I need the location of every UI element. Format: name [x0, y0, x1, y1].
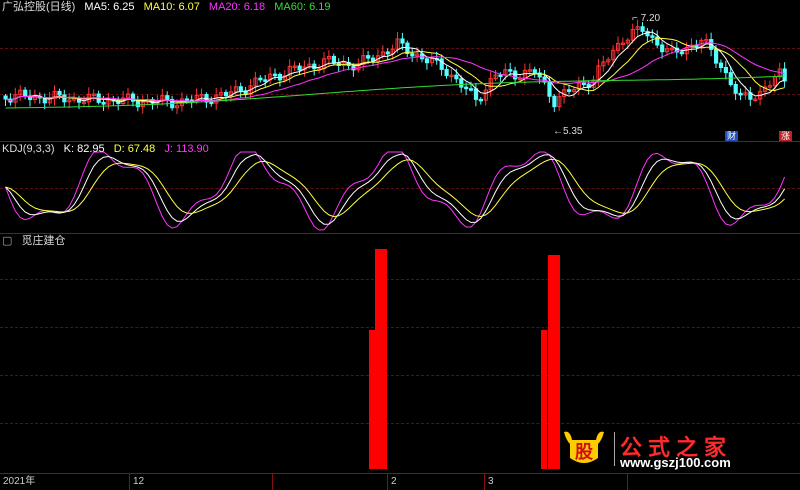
axis-tick-label	[627, 474, 631, 490]
candle-body	[459, 78, 464, 88]
kdj-d-value: D: 67.48	[113, 143, 156, 155]
candle-body	[714, 48, 719, 64]
candle-body	[385, 51, 390, 55]
price-legend: 广弘控股(日线) MA5: 6.25 MA10: 6.07 MA20: 6.18…	[2, 0, 337, 14]
candle-body	[508, 69, 513, 72]
candle-body	[23, 89, 28, 97]
signal-bar	[375, 249, 387, 469]
candle-body	[410, 53, 415, 57]
axis-tick-label: 3	[484, 474, 494, 490]
candle-body	[723, 67, 728, 74]
logo-char: 股	[574, 442, 594, 463]
candle-body	[238, 86, 243, 92]
candle-body	[366, 55, 371, 59]
candle-body	[650, 35, 655, 38]
candle-body	[567, 89, 572, 92]
candle-body	[57, 90, 62, 96]
signal-bar	[541, 330, 547, 469]
candle-body	[473, 88, 479, 100]
high-price-annotation: ⌐ 7.20	[632, 13, 660, 24]
brand-url: www.gszj100.com	[620, 455, 731, 470]
axis-tick-label: 2	[387, 474, 397, 490]
arrow-left-icon: ←	[553, 126, 563, 137]
price-panel[interactable]: 广弘控股(日线) MA5: 6.25 MA10: 6.07 MA20: 6.18…	[0, 0, 800, 141]
ma5-label: MA5: 6.25	[84, 1, 135, 13]
candlestick-chart[interactable]	[0, 0, 800, 141]
kdj-title: KDJ(9,3,3)	[2, 143, 55, 155]
finance-badge[interactable]: 财	[725, 131, 739, 141]
bull-logo-icon: 股	[564, 431, 604, 463]
time-axis: 2021年 12 2 3	[0, 473, 800, 490]
axis-tick-label: 12	[129, 474, 144, 490]
candle-body	[263, 79, 268, 82]
candle-body	[297, 65, 302, 71]
stock-title: 广弘控股(日线)	[2, 1, 76, 13]
candle-body	[331, 55, 336, 64]
candle-body	[165, 95, 170, 101]
candle-body	[184, 98, 190, 101]
candle-body	[273, 73, 278, 77]
signal-title: 觅庄建仓	[21, 235, 66, 247]
arrow-left-icon: ⌐	[632, 13, 638, 24]
candle-body	[498, 74, 503, 78]
candle-body	[738, 92, 743, 96]
candle-body	[581, 82, 586, 86]
signal-bar	[369, 330, 375, 469]
candle-body	[400, 38, 405, 44]
candle-body	[424, 58, 430, 64]
candle-body	[135, 100, 141, 108]
kdj-panel[interactable]: KDJ(9,3,3) K: 82.95 D: 67.48 J: 113.90	[0, 142, 800, 233]
candle-body	[478, 98, 483, 102]
candle-body	[224, 91, 229, 97]
ma60-label: MA60: 6.19	[274, 1, 331, 13]
candle-body	[312, 63, 317, 70]
divider	[614, 432, 615, 466]
kdj-d-line	[5, 158, 785, 218]
candle-body	[444, 68, 449, 77]
ma10-label: MA10: 6.07	[143, 1, 200, 13]
rise-badge[interactable]: 涨	[779, 131, 793, 141]
kdj-legend: KDJ(9,3,3) K: 82.95 D: 67.48 J: 113.90	[2, 142, 215, 156]
candle-body	[209, 101, 214, 105]
watermark: 股 公式之家 www.gszj100.com	[556, 426, 800, 473]
axis-tick-label	[272, 474, 276, 490]
candle-body	[3, 95, 8, 100]
kdj-k-line	[5, 153, 786, 225]
ma10-line	[5, 37, 785, 103]
candle-body	[464, 86, 469, 90]
candle-body	[660, 44, 665, 53]
candle-body	[101, 101, 106, 105]
candle-body	[469, 88, 474, 91]
ma20-label: MA20: 6.18	[208, 1, 266, 13]
candle-body	[645, 30, 650, 37]
candle-body	[640, 26, 645, 32]
kdj-k-value: K: 82.95	[63, 143, 105, 155]
candle-body	[552, 95, 557, 108]
collapse-icon[interactable]: ▢	[2, 235, 12, 247]
candle-body	[532, 69, 537, 74]
low-price-annotation: ←5.35	[553, 126, 582, 137]
low-price-label: 5.35	[563, 126, 583, 137]
axis-tick-label: 2021年	[3, 476, 36, 487]
ma5-line	[5, 31, 785, 104]
signal-legend: ▢ 觅庄建仓	[2, 234, 71, 248]
candle-body	[454, 74, 459, 80]
candle-body	[782, 68, 787, 82]
high-price-label: 7.20	[640, 13, 661, 24]
candle-body	[733, 84, 738, 94]
kdj-j-value: J: 113.90	[164, 143, 209, 155]
candle-body	[258, 77, 263, 81]
candle-body	[679, 51, 684, 55]
candle-body	[718, 62, 724, 69]
candle-body	[547, 81, 552, 97]
